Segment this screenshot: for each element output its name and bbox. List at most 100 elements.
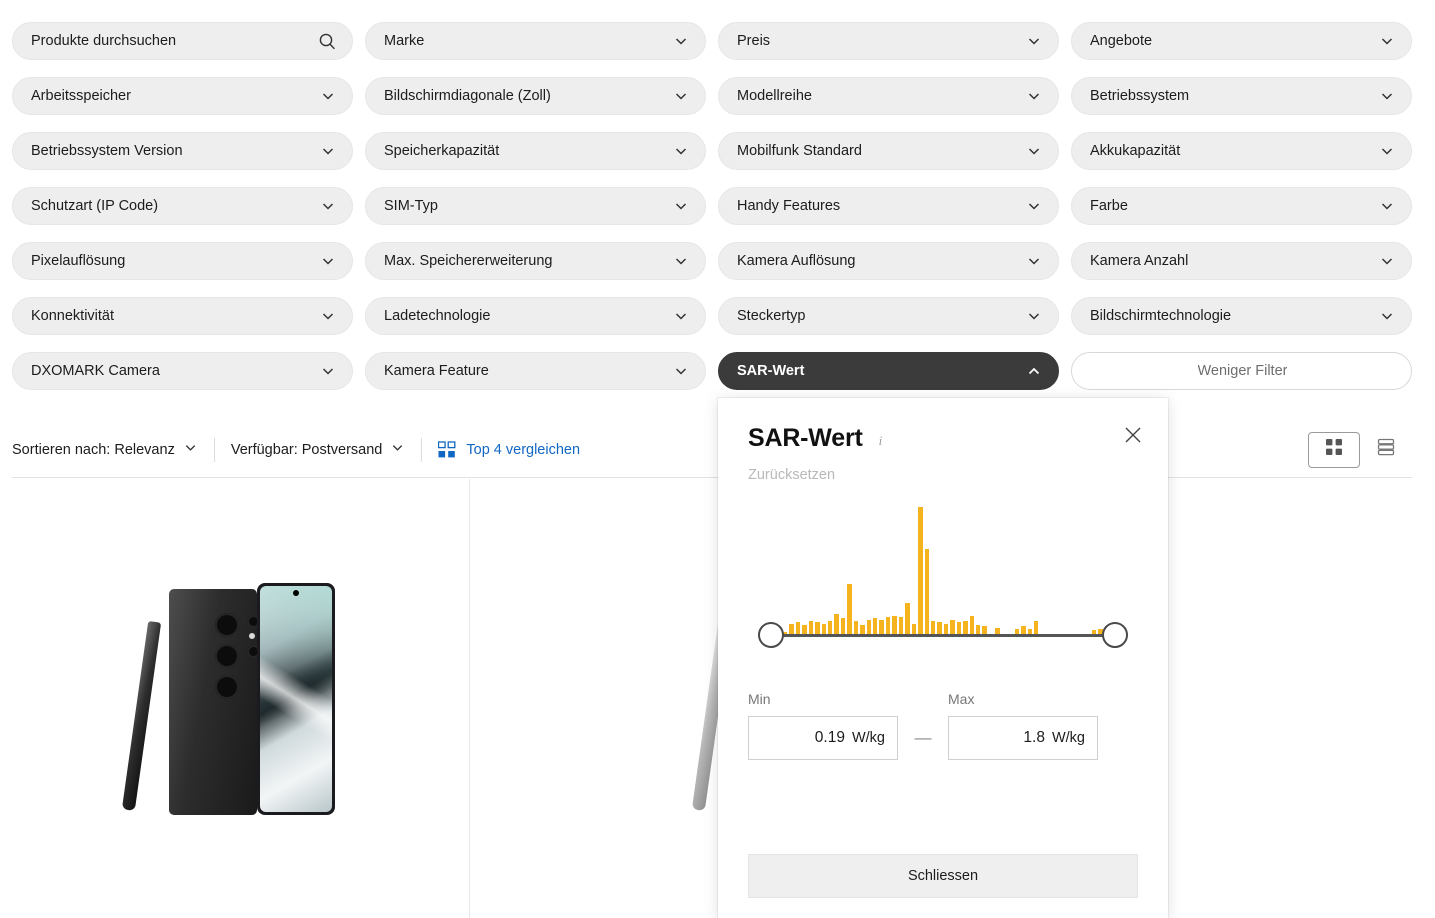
less-filters-button[interactable]: Weniger Filter (1071, 352, 1412, 390)
filter-sar-wert[interactable]: SAR-Wert (718, 352, 1059, 390)
filter-label: Kamera Feature (384, 363, 489, 379)
max-value: 1.8 (1023, 729, 1045, 746)
chevron-down-icon (1379, 33, 1395, 49)
popup-header: SAR-Wert i (718, 398, 1168, 453)
min-label: Min (748, 691, 771, 707)
filter-konnektivitaet[interactable]: Konnektivität (12, 297, 353, 335)
filter-label: Kamera Auflösung (737, 253, 856, 269)
front-camera-icon (292, 589, 299, 596)
less-filters-label: Weniger Filter (1197, 363, 1288, 379)
filter-label: Modellreihe (737, 88, 812, 104)
chevron-down-icon (1379, 308, 1395, 324)
max-input[interactable]: 1.8 W/kg (948, 716, 1098, 760)
chevron-down-icon (1026, 198, 1042, 214)
filter-label: Max. Speichererweiterung (384, 253, 553, 269)
filter-betriebssystem-version[interactable]: Betriebssystem Version (12, 132, 353, 170)
filter-handy-features[interactable]: Handy Features (718, 187, 1059, 225)
range-separator: — (914, 728, 932, 747)
grid-view-button[interactable] (1308, 431, 1360, 468)
chevron-down-icon (673, 33, 689, 49)
chevron-down-icon (1026, 88, 1042, 104)
phone-front (256, 582, 335, 815)
filter-dxomark-camera[interactable]: DXOMARK Camera (12, 352, 353, 390)
search-placeholder: Produkte durchsuchen (31, 33, 177, 49)
close-icon[interactable] (1122, 424, 1144, 446)
sar-wert-filter-popup: SAR-Wert i Zurücksetzen Min 0.19 W/kg — … (718, 398, 1168, 918)
phone-back (168, 588, 260, 815)
filter-ladetechnologie[interactable]: Ladetechnologie (365, 297, 706, 335)
filter-sim-typ[interactable]: SIM-Typ (365, 187, 706, 225)
chevron-down-icon (320, 253, 336, 269)
filter-label: Steckertyp (737, 308, 806, 324)
chevron-up-icon (1026, 363, 1042, 379)
sort-by-label: Sortieren nach: Relevanz (12, 441, 175, 458)
chevron-down-icon (673, 88, 689, 104)
grid-compare-icon (438, 440, 456, 459)
divider (213, 437, 215, 462)
histogram-bar (847, 583, 852, 637)
filter-kamera-anzahl[interactable]: Kamera Anzahl (1071, 242, 1412, 280)
product-card-1[interactable] (0, 479, 470, 918)
histogram-bars (770, 507, 1116, 637)
close-button[interactable]: Schliessen (748, 854, 1138, 898)
filter-arbeitsspeicher[interactable]: Arbeitsspeicher (12, 77, 353, 115)
chevron-down-icon (673, 363, 689, 379)
camera-lens (214, 674, 239, 699)
chevron-down-icon (1379, 143, 1395, 159)
filter-akkukapazitaet[interactable]: Akkukapazität (1071, 132, 1412, 170)
slider-handle-max[interactable] (1102, 622, 1128, 648)
filter-schutzart[interactable]: Schutzart (IP Code) (12, 187, 353, 225)
filter-mobilfunk-standard[interactable]: Mobilfunk Standard (718, 132, 1059, 170)
filter-max-speichererweiterung[interactable]: Max. Speichererweiterung (365, 242, 706, 280)
chevron-down-icon (1026, 33, 1042, 49)
filter-betriebssystem[interactable]: Betriebssystem (1071, 77, 1412, 115)
camera-lens (214, 612, 239, 637)
filter-steckertyp[interactable]: Steckertyp (718, 297, 1059, 335)
filter-kamera-feature[interactable]: Kamera Feature (365, 352, 706, 390)
filter-label: Angebote (1090, 33, 1153, 49)
chevron-down-icon (183, 440, 198, 459)
filter-label: Farbe (1090, 198, 1128, 214)
filter-pixelaufloesung[interactable]: Pixelauflösung (12, 242, 353, 280)
filter-label: Konnektivität (31, 308, 115, 324)
min-unit: W/kg (851, 730, 885, 746)
filter-preis[interactable]: Preis (718, 22, 1059, 60)
min-input[interactable]: 0.19 W/kg (748, 716, 898, 760)
max-column: Max 1.8 W/kg (948, 691, 1098, 760)
filter-farbe[interactable]: Farbe (1071, 187, 1412, 225)
max-unit: W/kg (1051, 730, 1085, 746)
compare-top4-button[interactable]: Top 4 vergleichen (438, 440, 580, 459)
filter-marke[interactable]: Marke (365, 22, 706, 60)
info-icon[interactable]: i (879, 433, 883, 449)
filter-kamera-aufloesung[interactable]: Kamera Auflösung (718, 242, 1059, 280)
list-view-button[interactable] (1360, 431, 1412, 468)
product-image-1 (121, 582, 335, 815)
filter-speicherkapazitaet[interactable]: Speicherkapazität (365, 132, 706, 170)
chevron-down-icon (1379, 88, 1395, 104)
filter-bildschirmtechnologie[interactable]: Bildschirmtechnologie (1071, 297, 1412, 335)
chevron-down-icon (1026, 253, 1042, 269)
filter-label: Pixelauflösung (31, 253, 126, 269)
chevron-down-icon (1379, 198, 1395, 214)
min-column: Min 0.19 W/kg (748, 691, 898, 760)
filter-angebote[interactable]: Angebote (1071, 22, 1412, 60)
chevron-down-icon (320, 308, 336, 324)
filter-grid: Produkte durchsuchen Marke Preis Angebot… (12, 22, 1423, 390)
min-max-inputs: Min 0.19 W/kg — Max 1.8 W/kg (748, 691, 1138, 760)
chevron-down-icon (320, 88, 336, 104)
filter-bildschirmdiagonale[interactable]: Bildschirmdiagonale (Zoll) (365, 77, 706, 115)
histogram-bar (918, 507, 923, 637)
chevron-down-icon (1379, 253, 1395, 269)
reset-button[interactable]: Zurücksetzen (718, 453, 1168, 483)
sar-histogram-slider (748, 507, 1138, 661)
slider-track[interactable] (772, 634, 1114, 637)
search-icon (318, 32, 336, 50)
chevron-down-icon (673, 253, 689, 269)
availability-dropdown[interactable]: Verfügbar: Postversand (231, 440, 422, 459)
filter-label: Betriebssystem Version (31, 143, 183, 159)
search-input[interactable]: Produkte durchsuchen (12, 22, 353, 60)
filter-modellreihe[interactable]: Modellreihe (718, 77, 1059, 115)
slider-handle-min[interactable] (758, 622, 784, 648)
chevron-down-icon (673, 308, 689, 324)
sort-by-dropdown[interactable]: Sortieren nach: Relevanz (12, 440, 214, 459)
